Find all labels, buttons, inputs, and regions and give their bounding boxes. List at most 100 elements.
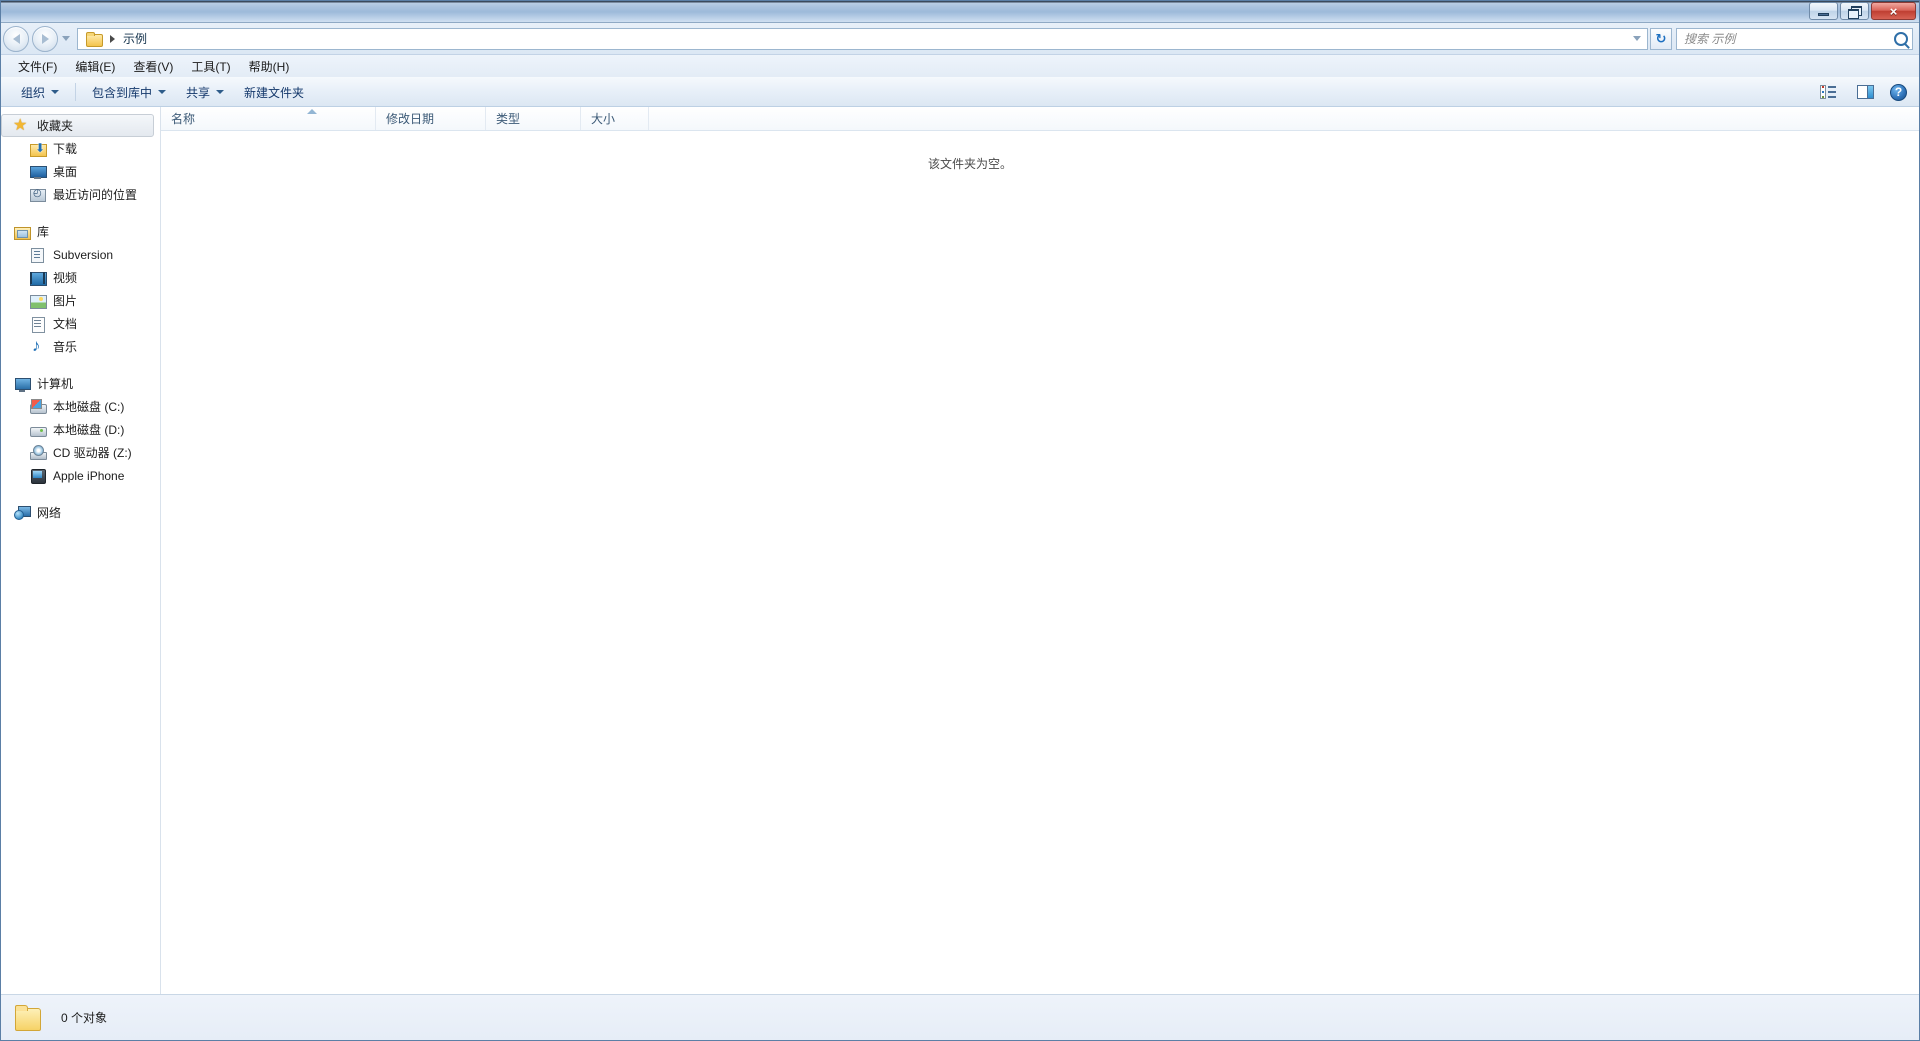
title-bar: × [1, 1, 1919, 23]
column-date-modified[interactable]: 修改日期 [376, 107, 486, 130]
computer-icon [14, 376, 31, 392]
minimize-icon [1818, 13, 1829, 16]
close-button[interactable]: × [1871, 2, 1916, 20]
column-size[interactable]: 大小 [581, 107, 649, 130]
forward-button[interactable] [32, 25, 58, 52]
sidebar-item-label: 桌面 [53, 165, 78, 179]
breadcrumb-current: 示例 [123, 32, 148, 46]
new-folder-button[interactable]: 新建文件夹 [234, 79, 314, 106]
sidebar-item-music[interactable]: 音乐 [1, 335, 160, 358]
column-name[interactable]: 名称 [161, 107, 376, 130]
window-controls: × [1809, 2, 1916, 20]
menu-file[interactable]: 文件(F) [9, 56, 66, 77]
item-count-text: 0 个对象 [61, 1011, 108, 1025]
file-list-area[interactable]: 该文件夹为空。 [161, 131, 1919, 994]
folder-icon [13, 1003, 43, 1033]
sidebar-item-videos[interactable]: 视频 [1, 266, 160, 289]
column-header-row: 名称 修改日期 类型 大小 [161, 107, 1919, 131]
sidebar-item-documents[interactable]: 文档 [1, 312, 160, 335]
include-in-library-label: 包含到库中 [92, 85, 153, 100]
toolbar-separator [75, 83, 77, 101]
sidebar-item-cd-drive-z[interactable]: CD 驱动器 (Z:) [1, 441, 160, 464]
forward-arrow-icon [41, 33, 49, 44]
help-icon: ? [1890, 83, 1907, 101]
chevron-down-icon [1633, 36, 1641, 41]
column-name-label: 名称 [171, 112, 196, 126]
menu-help[interactable]: 帮助(H) [240, 56, 299, 77]
status-bar: 0 个对象 [1, 994, 1919, 1040]
sidebar-item-label: 本地磁盘 (C:) [53, 400, 125, 414]
sidebar-item-label: 最近访问的位置 [53, 188, 138, 202]
breadcrumb[interactable]: 示例 [82, 29, 151, 48]
menu-edit[interactable]: 编辑(E) [66, 56, 124, 77]
sidebar-item-label: 库 [37, 225, 50, 239]
sidebar-item-local-disk-d[interactable]: 本地磁盘 (D:) [1, 418, 160, 441]
desktop-icon [30, 164, 47, 180]
chevron-down-icon [51, 90, 60, 94]
command-bar: 组织 包含到库中 共享 新建文件夹 ? [1, 77, 1919, 107]
column-type[interactable]: 类型 [486, 107, 581, 130]
search-placeholder: 搜索 示例 [1684, 32, 1736, 46]
sidebar-item-downloads[interactable]: 下载 [1, 137, 160, 160]
file-list-pane: 名称 修改日期 类型 大小 该文件夹为空。 [161, 107, 1919, 994]
sidebar-item-recent-places[interactable]: 最近访问的位置 [1, 183, 160, 206]
recent-pages-button[interactable] [58, 26, 74, 52]
menu-bar: 文件(F) 编辑(E) 查看(V) 工具(T) 帮助(H) [1, 55, 1919, 77]
sidebar-item-label: 文档 [53, 317, 78, 331]
star-icon [13, 115, 30, 135]
column-header-filler [649, 107, 1919, 130]
video-icon [30, 270, 47, 286]
nav-group-network: 网络 [1, 501, 160, 524]
nav-group-libraries: 库 Subversion 视频 图片 文档 ♪ 音乐 [1, 220, 160, 358]
explorer-body: 收藏夹 下载 桌面 最近访问的位置 库 [1, 107, 1919, 994]
address-path-input[interactable]: 示例 [77, 27, 1648, 50]
nav-group-computer: 计算机 本地磁盘 (C:) 本地磁盘 (D:) CD 驱动器 (Z:) Appl… [1, 372, 160, 487]
sidebar-item-pictures[interactable]: 图片 [1, 289, 160, 312]
address-dropdown-button[interactable] [1629, 29, 1645, 48]
back-button[interactable] [3, 25, 29, 52]
menu-tools[interactable]: 工具(T) [182, 56, 239, 77]
refresh-button[interactable]: ↻ [1650, 27, 1672, 50]
organize-button[interactable]: 组织 [11, 79, 69, 106]
help-button[interactable]: ? [1884, 80, 1913, 105]
sidebar-item-label: 网络 [37, 506, 62, 520]
folder-icon [86, 31, 103, 47]
nav-group-favorites: 收藏夹 下载 桌面 最近访问的位置 [1, 114, 160, 206]
search-input[interactable]: 搜索 示例 [1676, 27, 1913, 50]
close-icon: × [1889, 3, 1898, 19]
library-icon [14, 224, 31, 240]
chevron-down-icon [216, 90, 225, 94]
include-in-library-button[interactable]: 包含到库中 [82, 79, 176, 106]
recent-places-icon [30, 187, 46, 203]
navigation-pane[interactable]: 收藏夹 下载 桌面 最近访问的位置 库 [1, 107, 161, 994]
sidebar-item-network[interactable]: 网络 [1, 501, 160, 524]
sidebar-item-label: Subversion [53, 247, 114, 262]
minimize-button[interactable] [1809, 2, 1838, 20]
sidebar-item-label: CD 驱动器 (Z:) [53, 446, 132, 460]
sidebar-item-libraries[interactable]: 库 [1, 220, 160, 243]
chevron-down-icon [62, 36, 70, 41]
restore-button[interactable] [1840, 2, 1869, 20]
music-icon [30, 337, 46, 355]
sidebar-item-label: 本地磁盘 (D:) [53, 423, 125, 437]
chevron-down-icon [158, 90, 167, 94]
share-button[interactable]: 共享 [176, 79, 234, 106]
sidebar-item-local-disk-c[interactable]: 本地磁盘 (C:) [1, 395, 160, 418]
sidebar-item-apple-iphone[interactable]: Apple iPhone [1, 464, 160, 487]
sidebar-item-label: 音乐 [53, 340, 78, 354]
sidebar-item-desktop[interactable]: 桌面 [1, 160, 160, 183]
network-icon [14, 505, 31, 521]
downloads-icon [30, 141, 47, 157]
sidebar-item-computer[interactable]: 计算机 [1, 372, 160, 395]
sidebar-item-subversion[interactable]: Subversion [1, 243, 160, 266]
menu-view[interactable]: 查看(V) [124, 56, 182, 77]
sidebar-item-label: 收藏夹 [37, 119, 74, 133]
sidebar-item-label: Apple iPhone [53, 468, 125, 483]
cd-drive-icon [30, 444, 47, 461]
organize-label: 组织 [21, 85, 46, 100]
preview-pane-button[interactable] [1851, 81, 1880, 103]
sidebar-item-label: 视频 [53, 271, 78, 285]
sidebar-item-favorites[interactable]: 收藏夹 [1, 114, 154, 137]
change-view-button[interactable] [1814, 81, 1847, 103]
back-arrow-icon [12, 33, 20, 44]
